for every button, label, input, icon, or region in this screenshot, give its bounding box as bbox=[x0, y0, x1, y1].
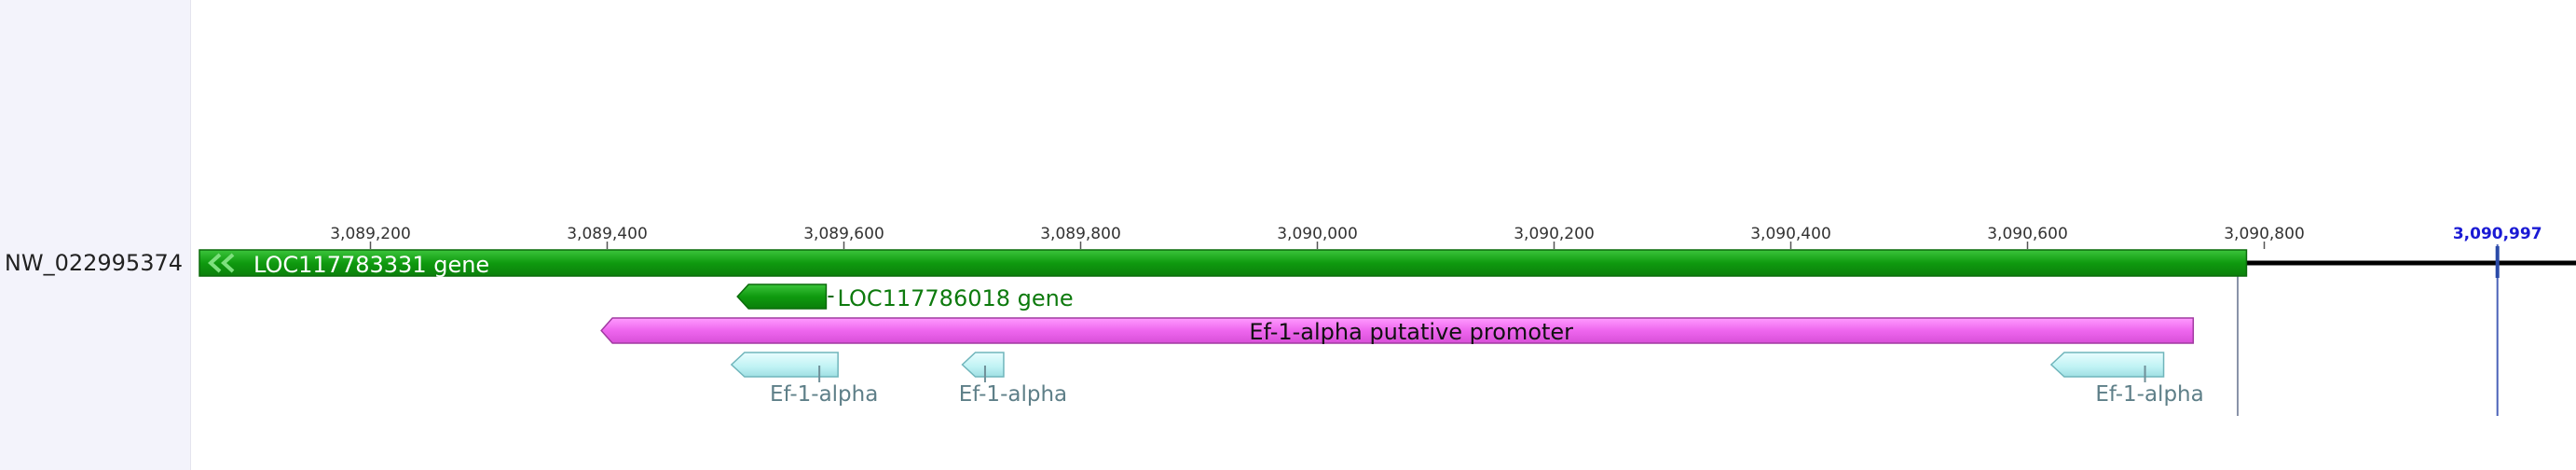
feature-label: Ef-1-alpha bbox=[959, 382, 1067, 407]
feature-label: Ef-1-alpha putative promoter bbox=[1249, 319, 1573, 345]
sequence-map-canvas[interactable]: 3,089,200 3,089,400 3,089,600 3,089,800 3,09… bbox=[190, 0, 2576, 470]
feature-label: Ef-1-alpha bbox=[2095, 382, 2203, 407]
cursor-position-label: 3,090,997 bbox=[2453, 225, 2542, 243]
position-ruler: 3,089,200 3,089,400 3,089,600 3,089,800 3,09… bbox=[330, 225, 2305, 249]
ruler-tick-label: 3,089,800 bbox=[1040, 225, 1121, 243]
cds-arrow[interactable] bbox=[2049, 352, 2165, 378]
feature-cds-1[interactable]: Ef-1-alpha bbox=[730, 352, 878, 407]
ruler-tick-label: 3,089,200 bbox=[330, 225, 411, 243]
ruler-tick-label: 3,090,400 bbox=[1750, 225, 1831, 243]
feature-promoter[interactable]: Ef-1-alpha putative promoter bbox=[600, 317, 2195, 345]
cds-arrow[interactable] bbox=[961, 352, 1005, 378]
ruler-tick-label: 3,089,600 bbox=[803, 225, 884, 243]
gene-arrow[interactable] bbox=[199, 249, 2248, 277]
ruler-tick-label: 3,090,000 bbox=[1277, 225, 1358, 243]
sequence-name: NW_022995374 bbox=[4, 250, 183, 276]
ruler-tick-label: 3,089,400 bbox=[567, 225, 648, 243]
feature-cds-3[interactable]: Ef-1-alpha bbox=[2049, 352, 2204, 407]
ruler-tick-label: 3,090,600 bbox=[1987, 225, 2068, 243]
ruler-tick-label: 3,090,200 bbox=[1514, 225, 1595, 243]
cds-arrow[interactable] bbox=[730, 352, 839, 378]
feature-gene-LOC117786018[interactable]: LOC117786018 gene bbox=[736, 283, 1074, 311]
feature-cds-2[interactable]: Ef-1-alpha bbox=[959, 352, 1067, 407]
feature-label: LOC117783331 gene bbox=[253, 252, 489, 278]
gene-arrow[interactable] bbox=[736, 283, 828, 310]
feature-label: Ef-1-alpha bbox=[770, 382, 878, 407]
cursor-handle[interactable] bbox=[2495, 246, 2500, 278]
feature-label: LOC117786018 gene bbox=[837, 285, 1073, 311]
sequence-label-column: NW_022995374 bbox=[0, 0, 191, 470]
sequence-track-area[interactable]: 3,089,200 3,089,400 3,089,600 3,089,800 3,09… bbox=[190, 0, 2576, 470]
position-cursor[interactable]: 3,090,997 bbox=[2453, 225, 2542, 416]
feature-gene-LOC117783331[interactable]: LOC117783331 gene bbox=[199, 249, 2248, 278]
ruler-tick-label: 3,090,800 bbox=[2224, 225, 2305, 243]
